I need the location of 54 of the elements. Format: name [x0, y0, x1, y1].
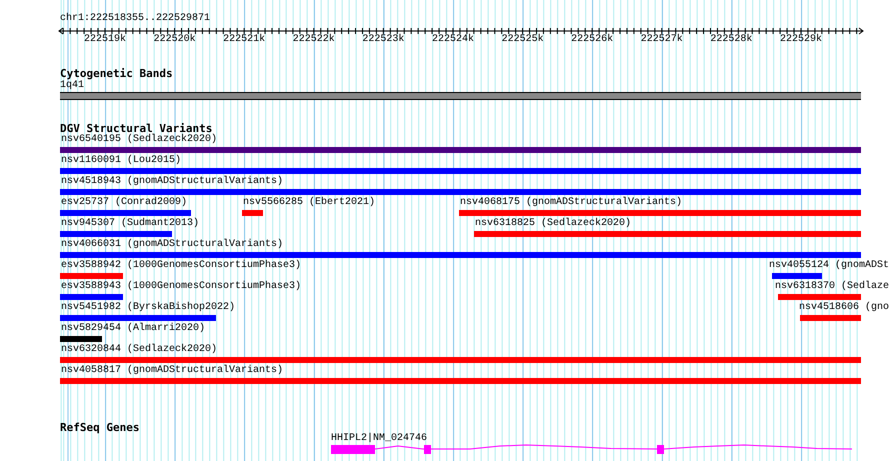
position-label: chr1:222518355..222529871	[60, 13, 210, 25]
ruler-label: 222528k	[709, 34, 754, 46]
variant-label: nsv1160091 (Lou2015)	[61, 155, 182, 167]
variant-label: nsv5566285 (Ebert2021)	[243, 197, 376, 209]
variant-bar[interactable]	[60, 336, 102, 342]
variant-label: nsv4066031 (gnomADStructuralVariants)	[61, 239, 284, 251]
ruler-label: 222526k	[570, 34, 614, 46]
variant-bar[interactable]	[60, 189, 861, 195]
ruler-label: 222519k	[82, 34, 127, 46]
ruler-label: 222524k	[430, 34, 475, 46]
variant-bar[interactable]	[60, 168, 861, 174]
band-label: 1q41	[60, 80, 84, 92]
gene-label[interactable]: HHIPL2|NM_024746	[331, 433, 428, 445]
variant-bar[interactable]	[772, 273, 822, 279]
variant-bar[interactable]	[60, 231, 172, 237]
variant-label: esv3588943 (1000GenomesConsortiumPhase3)	[61, 281, 302, 293]
ruler-label: 222523k	[361, 34, 406, 46]
variant-bar[interactable]	[474, 231, 861, 237]
variant-label: nsv6320844 (Sedlazeck2020)	[61, 344, 218, 356]
variant-label: esv25737 (Conrad2009)	[61, 197, 188, 209]
variant-label: nsv5451982 (ByrskaBishop2022)	[61, 302, 236, 314]
variant-bar[interactable]	[242, 210, 263, 216]
variant-bar[interactable]	[60, 378, 861, 384]
variant-bar[interactable]	[60, 252, 861, 258]
ruler-label: 222521k	[222, 34, 266, 46]
variant-bar[interactable]	[60, 357, 861, 363]
variant-bar[interactable]	[778, 294, 861, 300]
variant-label: nsv4518943 (gnomADStructuralVariants)	[61, 176, 284, 188]
variant-label: nsv4058817 (gnomADStructuralVariants)	[61, 365, 284, 377]
variant-bar[interactable]	[60, 315, 216, 321]
variant-bar[interactable]	[60, 273, 123, 279]
variant-label: nsv6318370 (Sedlaze	[774, 281, 889, 293]
variant-label: nsv5829454 (Almarri2020)	[61, 323, 206, 335]
variant-label: nsv6540195 (Sedlazeck2020)	[61, 134, 218, 146]
track-title: Cytogenetic Bands	[60, 67, 173, 80]
variant-bar[interactable]	[459, 210, 861, 216]
variant-label: esv3588942 (1000GenomesConsortiumPhase3)	[61, 260, 302, 272]
variant-bar[interactable]	[60, 294, 123, 300]
ruler-label: 222522k	[292, 34, 336, 46]
ruler-label: 222520k	[152, 34, 197, 46]
gene-model-drawing[interactable]	[331, 444, 853, 456]
variant-bar[interactable]	[60, 210, 191, 216]
variant-label: nsv6318825 (Sedlazeck2020)	[475, 218, 632, 230]
ruler-label: 222529k	[778, 34, 823, 46]
track-title: DGV Structural Variants	[60, 122, 212, 135]
variant-bar[interactable]	[60, 147, 861, 153]
variant-label: nsv945307 (Sudmant2013)	[61, 218, 200, 230]
variant-label: nsv4518606 (gno	[798, 302, 889, 314]
ruler-label: 222525k	[500, 34, 545, 46]
variant-label: nsv4055124 (gnomADSt	[768, 260, 889, 272]
variant-bar[interactable]	[800, 315, 861, 321]
ruler-label: 222527k	[640, 34, 684, 46]
variant-label: nsv4068175 (gnomADStructuralVariants)	[460, 197, 682, 209]
track-title: RefSeq Genes	[60, 421, 140, 434]
